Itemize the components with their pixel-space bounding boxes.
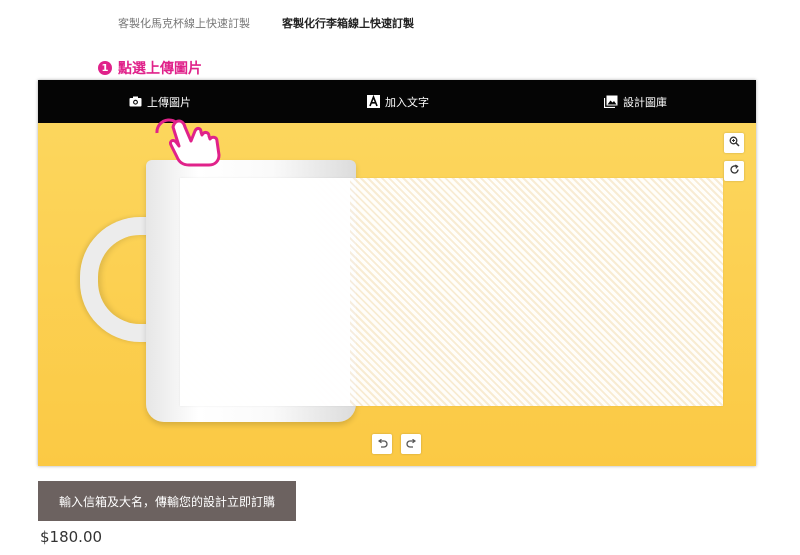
zoom-button[interactable] [724, 133, 744, 153]
design-library-button[interactable]: 設計圖庫 [604, 80, 667, 123]
rotate-icon [729, 164, 740, 178]
add-text-button[interactable]: 加入文字 [366, 80, 429, 123]
undo-icon [377, 437, 388, 451]
tab-custom-luggage[interactable]: 客製化行李箱線上快速訂製 [282, 15, 414, 31]
design-library-label: 設計圖庫 [623, 95, 667, 109]
redo-icon [405, 437, 417, 451]
tap-hand-icon [155, 118, 221, 167]
undo-button[interactable] [372, 434, 392, 454]
image-gallery-icon [604, 95, 618, 109]
step-label: 點選上傳圖片 [118, 61, 202, 77]
camera-icon [128, 95, 142, 109]
add-text-label: 加入文字 [385, 95, 429, 109]
rotate-button[interactable] [724, 161, 744, 181]
redo-button[interactable] [401, 434, 421, 454]
step-hint: 1 點選上傳圖片 [98, 58, 202, 78]
submit-order-button[interactable]: 輸入信箱及大名，傳輸您的設計立即訂購 [38, 481, 296, 521]
price: $180.00 [40, 528, 103, 546]
editor-toolbar: 上傳圖片 加入文字 設計圖庫 [38, 80, 756, 123]
step-number-badge: 1 [98, 61, 112, 75]
text-a-icon [366, 95, 380, 109]
print-area[interactable] [180, 178, 723, 406]
upload-image-label: 上傳圖片 [147, 95, 191, 109]
tab-custom-mug[interactable]: 客製化馬克杯線上快速訂製 [118, 15, 250, 31]
design-editor: 上傳圖片 加入文字 設計圖庫 [38, 80, 756, 466]
zoom-in-icon [729, 136, 740, 150]
mug-preview-canvas[interactable] [38, 118, 756, 466]
product-tabs: 客製化馬克杯線上快速訂製 客製化行李箱線上快速訂製 [118, 15, 414, 31]
